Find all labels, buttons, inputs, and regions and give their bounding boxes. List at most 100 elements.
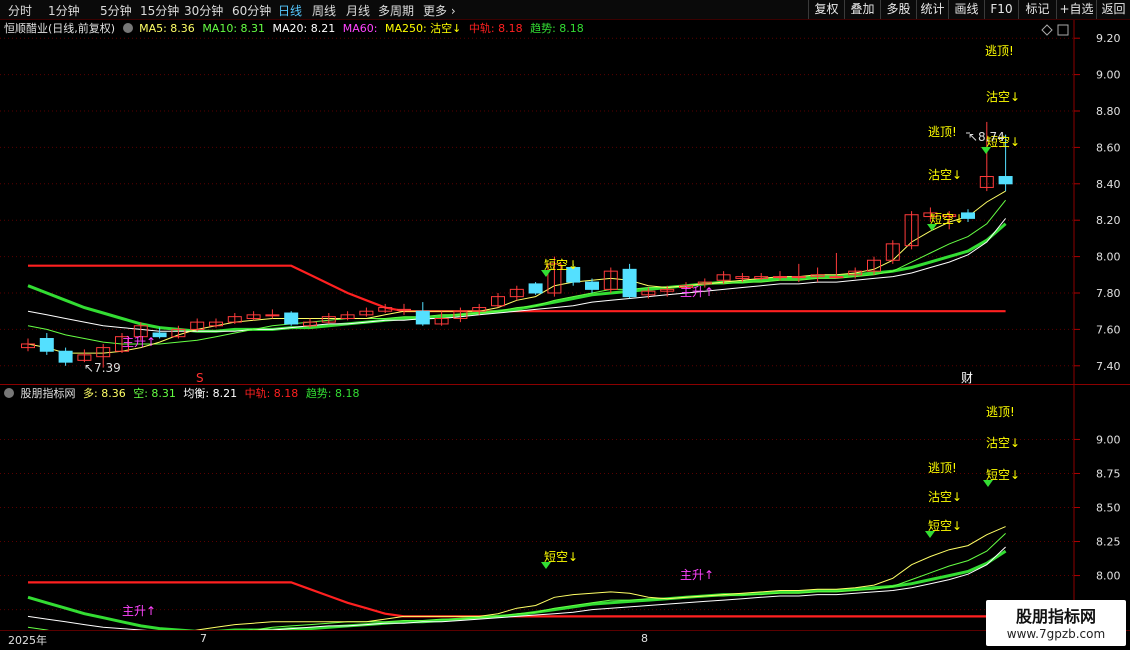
candle-body [791,276,806,279]
maximize-icon[interactable] [1057,24,1069,36]
indicator-tick-label: 8.25 [1096,536,1121,549]
candlestick[interactable] [265,309,280,319]
candle-body [58,350,73,363]
main-price-axis: 9.20 9.00 8.80 8.60 8.40 8.20 8.00 7.80 7.60 7.40 [1074,32,1121,373]
candle-body [39,338,54,352]
stats-button[interactable]: 统计 [916,0,948,19]
candlestick[interactable] [209,318,223,328]
candlestick[interactable] [359,307,374,317]
ind-signal-duankong-label: 短空↓ [544,550,578,564]
candle-body [622,268,637,298]
tab-30min[interactable]: 30分钟 [184,2,223,19]
tab-monthly[interactable]: 月线 [346,2,370,19]
ind-signal-duankong-label: 短空↓ [986,468,1020,482]
tab-weekly[interactable]: 周线 [312,2,336,19]
main-tick-label: 8.80 [1096,105,1121,118]
overlay-button[interactable]: 叠加 [844,0,880,19]
ma10-value: MA10: 8.31 [202,22,266,35]
f10-button[interactable]: F10 [984,0,1018,19]
candle-body [284,312,299,325]
candle-body [528,283,543,294]
candlestick[interactable] [434,311,449,326]
candlestick[interactable] [340,311,355,321]
tab-60min[interactable]: 60分钟 [232,2,271,19]
ind-qushi-value: 趋势: 8.18 [305,387,360,400]
main-tick-label: 7.60 [1096,323,1121,336]
watermark-logo: 股朋指标网 www.7gpzb.com [986,600,1126,646]
ma20-value: MA20: 8.21 [272,22,336,35]
settings-circle-icon[interactable] [122,23,133,33]
candle-body [397,308,411,311]
main-annotations: 逃顶!沽空↓逃顶!短空↓沽空↓短空↓短空↓主升↑主升↑↖8.74↖7.39S 财 [84,44,1020,384]
draw-line-button[interactable]: 画线 [948,0,984,19]
ind-signal-down-arrow [983,480,993,487]
candlestick[interactable] [528,282,543,295]
qushi-value: 趋势: 8.18 [530,22,584,35]
back-button[interactable]: 返回 [1096,0,1130,19]
fuquan-button[interactable]: 复权 [808,0,844,19]
watermark-title: 股朋指标网 [1015,607,1096,626]
signal-guokong-label: 沽空↓ [928,168,962,182]
signal-zhusheng-label: 主升↑ [122,335,156,349]
ind-signal-down-arrow [925,531,935,538]
candle-body [415,310,430,325]
ma5-value: MA5: 8.36 [139,22,195,35]
main-ma-lines [27,190,1007,354]
add-watchlist-button[interactable]: +自选 [1056,0,1096,19]
mark-button[interactable]: 标记 [1018,0,1056,19]
candlestick[interactable] [190,318,205,332]
high-price-label: ↖8.74 [968,130,1005,144]
candlestick[interactable] [39,333,54,355]
marker-s-label: S [196,371,204,384]
candlestick[interactable] [58,347,73,366]
candle-body [998,176,1013,185]
zhonggui-value: 中轨: 8.18 [468,22,523,35]
ind-signal-taoding-label: 逃顶! [986,405,1015,419]
ind-signal-zhusheng-label: 主升↑ [680,568,714,582]
date-axis: 2025年 7 8 [0,630,1130,650]
main-tick-label: 8.20 [1096,214,1121,227]
date-label-august: 8 [641,632,648,645]
tab-1min[interactable]: 1分钟 [48,2,80,19]
tab-fenshi[interactable]: 分时 [8,2,32,19]
candlestick[interactable] [284,311,299,326]
candlestick[interactable] [246,311,261,321]
tab-multi-period[interactable]: 多周期 [378,2,414,19]
signal-down-arrow [981,147,991,154]
stock-name[interactable]: 恒顺醋业(日线,前复权) [4,22,115,35]
indicator-name[interactable]: 股朋指标网 [21,387,76,400]
kong-value: 空: 8.31 [133,387,176,400]
candlestick[interactable] [415,302,430,326]
tab-more-label: 更多 [423,4,448,18]
candlestick[interactable] [397,303,411,315]
main-legend: 恒顺醋业(日线,前复权) MA5: 8.36 MA10: 8.31 MA20: … [4,21,588,37]
candlestick[interactable] [603,267,618,293]
multi-stock-button[interactable]: 多股 [880,0,916,19]
candlestick[interactable] [904,211,919,250]
kline-chart[interactable]: 9.20 9.00 8.80 8.60 8.40 8.20 8.00 7.80 7.60 7.40… [0,20,1130,384]
signal-taoding-label: 逃顶! [928,125,957,139]
tab-15min[interactable]: 15分钟 [140,2,179,19]
indicator-chart[interactable]: 9.008.758.508.258.007.75 逃顶!沽空↓逃顶!短空↓沽空↓… [0,385,1130,630]
main-tick-label: 8.60 [1096,141,1121,154]
signal-down-arrow [541,270,551,277]
watermark-url: www.7gpzb.com [1006,627,1106,641]
signal-guokong-label: 沽空↓ [986,90,1020,104]
diamond-icon[interactable] [1041,24,1053,36]
tab-more[interactable]: 更多 › [423,2,456,19]
tab-5min[interactable]: 5分钟 [100,2,132,19]
ind-signal-duankong-label: 短空↓ [928,519,962,533]
candlestick[interactable] [810,267,825,283]
candlestick[interactable] [622,263,637,299]
signal-down-arrow [927,224,937,231]
candle-body [585,281,599,290]
candlestick[interactable] [885,240,900,264]
indicator-settings-icon[interactable] [4,388,14,398]
candle-body [829,276,844,279]
candlestick[interactable] [491,293,505,308]
date-label-july: 7 [200,632,207,645]
candlestick[interactable] [227,313,242,324]
tab-daily[interactable]: 日线 [278,2,302,19]
indicator-tick-label: 8.50 [1096,502,1121,515]
signal-taoding-label: 逃顶! [985,44,1014,58]
